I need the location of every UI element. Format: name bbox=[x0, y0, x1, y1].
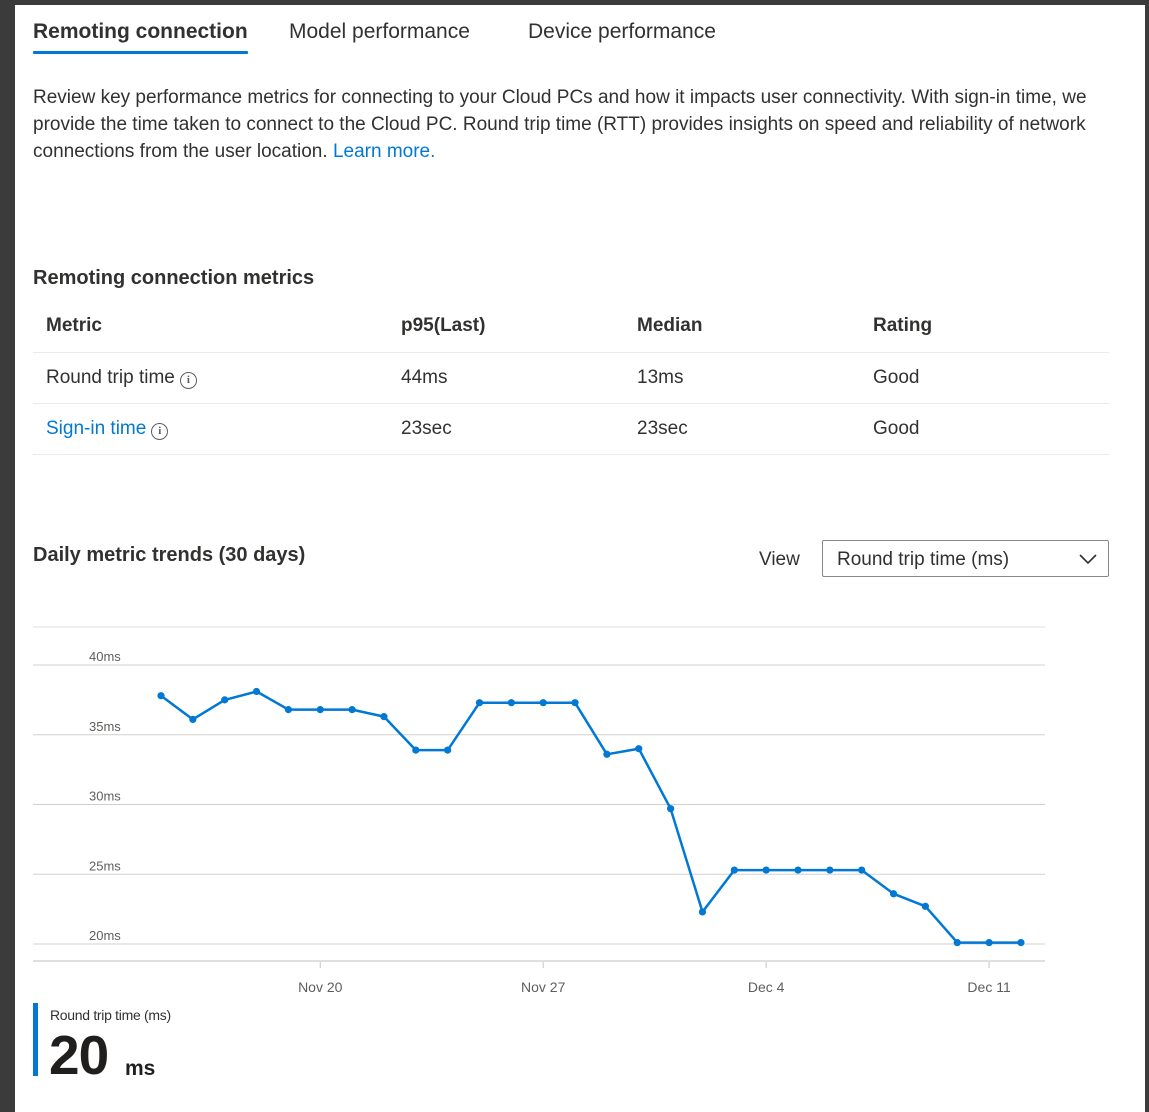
data-point bbox=[730, 866, 738, 874]
data-point bbox=[412, 746, 420, 754]
data-point bbox=[252, 687, 261, 696]
data-point bbox=[1017, 939, 1025, 947]
x-tick-label: Dec 4 bbox=[748, 979, 785, 995]
x-tick-label: Dec 11 bbox=[967, 979, 1011, 995]
data-point bbox=[221, 696, 229, 704]
data-point bbox=[889, 890, 898, 898]
data-point bbox=[762, 866, 770, 874]
y-tick-label: 35ms bbox=[89, 719, 121, 734]
y-tick-label: 40ms bbox=[89, 649, 121, 664]
data-point bbox=[667, 805, 675, 813]
series-line-round-trip-time bbox=[160, 690, 1021, 944]
data-point bbox=[635, 745, 643, 753]
data-point bbox=[794, 866, 802, 874]
summary-unit: ms bbox=[125, 1057, 156, 1080]
data-point bbox=[985, 939, 993, 947]
data-point bbox=[380, 713, 388, 721]
data-point bbox=[571, 699, 579, 707]
data-point bbox=[539, 699, 547, 707]
data-point bbox=[826, 866, 834, 874]
data-point bbox=[921, 902, 930, 910]
y-tick-label: 25ms bbox=[89, 858, 121, 873]
data-point bbox=[475, 699, 484, 707]
summary-value: 20 bbox=[49, 1024, 109, 1086]
data-point bbox=[507, 699, 515, 707]
x-tick-label: Nov 27 bbox=[521, 979, 566, 995]
data-point bbox=[348, 706, 356, 714]
data-point bbox=[316, 706, 324, 714]
data-point bbox=[603, 750, 611, 758]
x-tick-label: Nov 20 bbox=[298, 979, 343, 995]
data-point bbox=[444, 746, 452, 754]
summary-label: Round trip time (ms) bbox=[50, 1007, 171, 1023]
data-point bbox=[157, 692, 165, 700]
data-point bbox=[858, 866, 866, 874]
y-tick-label: 20ms bbox=[89, 928, 121, 943]
data-point bbox=[698, 908, 707, 916]
summary-accent-bar bbox=[33, 1003, 38, 1076]
y-tick-label: 30ms bbox=[89, 789, 121, 804]
data-point bbox=[953, 939, 961, 947]
data-point bbox=[284, 706, 292, 714]
trend-line-chart: 40ms 35ms 30ms 25ms 20ms Nov 20 Nov 27 Dec 4 Dec… bbox=[33, 626, 1045, 995]
data-point bbox=[189, 715, 197, 724]
